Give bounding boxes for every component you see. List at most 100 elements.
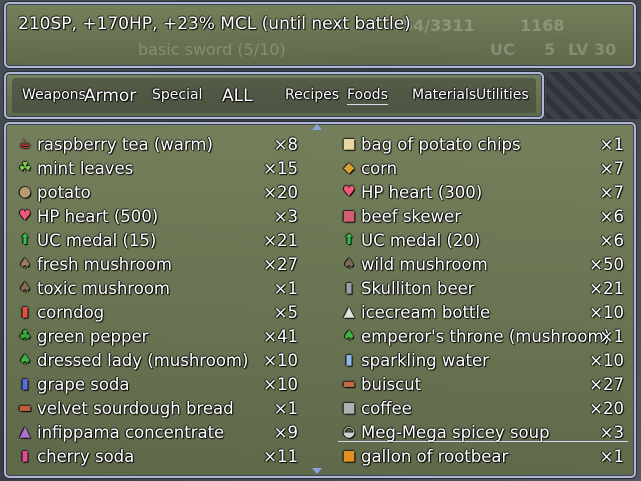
list-item[interactable]: ■ bag of potato chips ×1 xyxy=(340,132,624,156)
bread-icon: ▬ xyxy=(18,400,32,416)
list-item[interactable]: ◆ corn ×7 xyxy=(340,156,624,180)
list-item[interactable]: ⬆ UC medal (15) ×21 xyxy=(16,228,298,252)
corndog-icon: ▮ xyxy=(21,304,29,320)
bowl-icon: ◒ xyxy=(342,424,356,440)
list-item[interactable]: ♥ HP heart (500) ×3 xyxy=(16,204,298,228)
list-item[interactable]: ▮ sparkling water ×10 xyxy=(340,348,624,372)
beer-bottle-icon: ▮ xyxy=(345,280,353,296)
item-count: ×20 xyxy=(263,182,298,202)
tab-utilities[interactable]: Utilities xyxy=(476,87,529,103)
list-item[interactable]: ⬆ UC medal (20) ×6 xyxy=(340,228,624,252)
item-count: ×3 xyxy=(273,206,298,226)
item-name: raspberry tea (warm) xyxy=(37,134,213,154)
item-count: ×1 xyxy=(599,134,624,154)
bg-money-readout: 1168 xyxy=(520,16,565,35)
item-count: ×7 xyxy=(599,182,624,202)
item-name: bag of potato chips xyxy=(361,134,521,154)
tab-weapons[interactable]: Weapons xyxy=(22,87,86,103)
leaf-icon: ☘ xyxy=(18,160,32,176)
scroll-down-arrow-icon[interactable] xyxy=(312,468,322,474)
tab-recipes[interactable]: Recipes xyxy=(285,87,339,103)
mushroom-icon: ♠ xyxy=(18,352,32,368)
bg-weapon-readout: basic sword (5/10) xyxy=(138,40,286,59)
mushroom-icon: ♠ xyxy=(342,328,356,344)
item-count: ×9 xyxy=(273,422,298,442)
item-count: ×27 xyxy=(263,254,298,274)
potato-icon: ● xyxy=(18,184,32,200)
item-name: HP heart (500) xyxy=(37,206,159,226)
item-name: UC medal (15) xyxy=(37,230,157,250)
list-item[interactable]: ☕ raspberry tea (warm) ×8 xyxy=(16,132,298,156)
tab-all[interactable]: ALL xyxy=(222,86,253,106)
medal-icon: ⬆ xyxy=(19,232,31,248)
item-count: ×6 xyxy=(599,206,624,226)
tab-armor[interactable]: Armor xyxy=(84,86,136,106)
item-count: ×21 xyxy=(589,278,624,298)
mushroom-icon: ♠ xyxy=(18,256,32,272)
list-item[interactable]: ● potato ×20 xyxy=(16,180,298,204)
list-item[interactable]: ▬ velvet sourdough bread ×1 xyxy=(16,396,298,420)
item-count: ×7 xyxy=(599,158,624,178)
list-item[interactable]: ♠ fresh mushroom ×27 xyxy=(16,252,298,276)
list-item[interactable]: ♠ dressed lady (mushroom) ×10 xyxy=(16,348,298,372)
item-name: Meg-Mega spicey soup xyxy=(361,422,550,442)
item-count: ×27 xyxy=(589,374,624,394)
bottle-icon: ▮ xyxy=(21,448,29,464)
tab-foods[interactable]: Foods xyxy=(347,87,388,105)
list-item[interactable]: ♥ HP heart (300) ×7 xyxy=(340,180,624,204)
item-name: emperor's throne (mushroom) xyxy=(361,326,610,346)
item-name: velvet sourdough bread xyxy=(37,398,234,418)
item-count: ×41 xyxy=(263,326,298,346)
list-item[interactable]: ♠ toxic mushroom ×1 xyxy=(16,276,298,300)
tab-special[interactable]: Special xyxy=(152,87,202,103)
item-count: ×1 xyxy=(273,278,298,298)
mug-icon: ■ xyxy=(342,400,356,416)
list-item[interactable]: ♠ emperor's throne (mushroom) ×1 xyxy=(340,324,624,348)
list-item[interactable]: ■ beef skewer ×6 xyxy=(340,204,624,228)
category-tabs-window: Weapons Armor Special ALL Recipes Foods … xyxy=(4,72,544,119)
item-name: UC medal (20) xyxy=(361,230,481,250)
item-name: fresh mushroom xyxy=(37,254,172,274)
item-count: ×3 xyxy=(599,422,624,442)
item-count: ×10 xyxy=(263,374,298,394)
list-item[interactable]: ▮ cherry soda ×11 xyxy=(16,444,298,468)
meat-icon: ■ xyxy=(342,208,356,224)
item-name: icecream bottle xyxy=(361,302,491,322)
item-name: mint leaves xyxy=(37,158,134,178)
scroll-up-arrow-icon[interactable] xyxy=(312,124,322,130)
item-name: beef skewer xyxy=(361,206,461,226)
item-count: ×15 xyxy=(263,158,298,178)
item-name: gallon of rootbear xyxy=(361,446,509,466)
medal-icon: ⬆ xyxy=(343,232,355,248)
item-name: infippama concentrate xyxy=(37,422,225,442)
item-count: ×6 xyxy=(599,230,624,250)
background-pattern xyxy=(546,72,641,119)
jug-icon: ■ xyxy=(342,448,356,464)
item-name: toxic mushroom xyxy=(37,278,170,298)
item-count: ×50 xyxy=(589,254,624,274)
tab-materials[interactable]: Materials xyxy=(412,87,476,103)
list-item[interactable]: ▲ icecream bottle ×10 xyxy=(340,300,624,324)
item-name: Skulliton beer xyxy=(361,278,475,298)
item-name: corn xyxy=(361,158,398,178)
list-item[interactable]: ■ coffee ×20 xyxy=(340,396,624,420)
heart-icon: ♥ xyxy=(342,184,356,200)
heart-icon: ♥ xyxy=(18,208,32,224)
bottle-icon: ▮ xyxy=(21,376,29,392)
list-item[interactable]: ▮ corndog ×5 xyxy=(16,300,298,324)
item-name: green pepper xyxy=(37,326,149,346)
bg-uc-label: UC xyxy=(490,40,515,59)
flask-icon: ▲ xyxy=(343,304,355,320)
list-item[interactable]: ▲ infippama concentrate ×9 xyxy=(16,420,298,444)
list-item[interactable]: ♠ wild mushroom ×50 xyxy=(340,252,624,276)
list-item[interactable]: ▮ grape soda ×10 xyxy=(16,372,298,396)
item-name: dressed lady (mushroom) xyxy=(37,350,249,370)
tea-cup-icon: ☕ xyxy=(18,136,32,152)
item-count: ×10 xyxy=(263,350,298,370)
list-item[interactable]: ▬ buiscut ×27 xyxy=(340,372,624,396)
pepper-icon: ♣ xyxy=(18,328,32,344)
list-item[interactable]: ♣ green pepper ×41 xyxy=(16,324,298,348)
list-item[interactable]: ■ gallon of rootbear ×1 xyxy=(340,444,624,468)
list-item[interactable]: ▮ Skulliton beer ×21 xyxy=(340,276,624,300)
list-item[interactable]: ☘ mint leaves ×15 xyxy=(16,156,298,180)
